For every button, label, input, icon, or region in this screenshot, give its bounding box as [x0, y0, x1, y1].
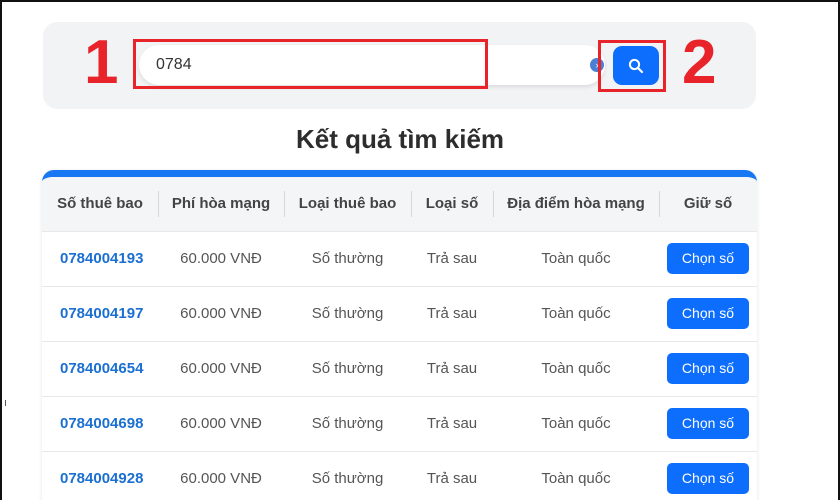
- subscription-type-cell: Số thường: [284, 340, 411, 396]
- choose-number-button[interactable]: Chọn số: [667, 298, 749, 329]
- column-header: Giữ số: [659, 177, 757, 231]
- table-row: 0784004698 60.000 VNĐ Số thường Trả sau …: [42, 395, 757, 451]
- column-header: Loại số: [411, 177, 493, 231]
- edge-mark: [5, 400, 6, 406]
- subscription-type-cell: Số thường: [284, 450, 411, 500]
- fee-cell: 60.000 VNĐ: [158, 285, 284, 341]
- annotation-box-input: [133, 39, 488, 89]
- column-header: Số thuê bao: [42, 177, 158, 231]
- table-row: 0784004654 60.000 VNĐ Số thường Trả sau …: [42, 340, 757, 396]
- screenshot-frame: › 1 2 Kết quả tìm kiếm Số thuê bao: [0, 0, 840, 500]
- phone-number[interactable]: 0784004698: [42, 395, 158, 451]
- table-row: 0784004193 60.000 VNĐ Số thường Trả sau …: [42, 230, 757, 286]
- location-cell: Toàn quốc: [493, 340, 659, 396]
- location-cell: Toàn quốc: [493, 395, 659, 451]
- phone-number[interactable]: 0784004654: [42, 340, 158, 396]
- location-cell: Toàn quốc: [493, 285, 659, 341]
- annotation-box-search-button: [598, 40, 666, 92]
- fee-cell: 60.000 VNĐ: [158, 395, 284, 451]
- number-type-cell: Trả sau: [411, 395, 493, 451]
- number-type-cell: Trả sau: [411, 450, 493, 500]
- column-header: Phí hòa mạng: [158, 177, 284, 231]
- number-type-cell: Trả sau: [411, 340, 493, 396]
- results-title: Kết quả tìm kiếm: [295, 124, 505, 154]
- choose-number-button[interactable]: Chọn số: [667, 408, 749, 439]
- number-type-cell: Trả sau: [411, 230, 493, 286]
- annotation-label-2: 2: [682, 28, 717, 97]
- results-table: Số thuê bao Phí hòa mạng Loại thuê bao L…: [42, 170, 757, 500]
- column-header: Địa điểm hòa mạng: [493, 177, 659, 231]
- subscription-type-cell: Số thường: [284, 285, 411, 341]
- fee-cell: 60.000 VNĐ: [158, 340, 284, 396]
- phone-number[interactable]: 0784004193: [42, 230, 158, 286]
- phone-number[interactable]: 0784004928: [42, 450, 158, 500]
- table-row: 0784004197 60.000 VNĐ Số thường Trả sau …: [42, 285, 757, 341]
- action-cell: Chọn số: [659, 230, 757, 286]
- fee-cell: 60.000 VNĐ: [158, 230, 284, 286]
- subscription-type-cell: Số thường: [284, 230, 411, 286]
- action-cell: Chọn số: [659, 450, 757, 500]
- choose-number-button[interactable]: Chọn số: [667, 243, 749, 274]
- action-cell: Chọn số: [659, 340, 757, 396]
- table-header-row: Số thuê bao Phí hòa mạng Loại thuê bao L…: [42, 177, 757, 231]
- number-type-cell: Trả sau: [411, 285, 493, 341]
- fee-cell: 60.000 VNĐ: [158, 450, 284, 500]
- table-row: 0784004928 60.000 VNĐ Số thường Trả sau …: [42, 450, 757, 500]
- annotation-label-1: 1: [84, 28, 119, 97]
- column-header: Loại thuê bao: [284, 177, 411, 231]
- location-cell: Toàn quốc: [493, 230, 659, 286]
- location-cell: Toàn quốc: [493, 450, 659, 500]
- subscription-type-cell: Số thường: [284, 395, 411, 451]
- action-cell: Chọn số: [659, 285, 757, 341]
- phone-number[interactable]: 0784004197: [42, 285, 158, 341]
- action-cell: Chọn số: [659, 395, 757, 451]
- choose-number-button[interactable]: Chọn số: [667, 463, 749, 495]
- choose-number-button[interactable]: Chọn số: [667, 353, 749, 384]
